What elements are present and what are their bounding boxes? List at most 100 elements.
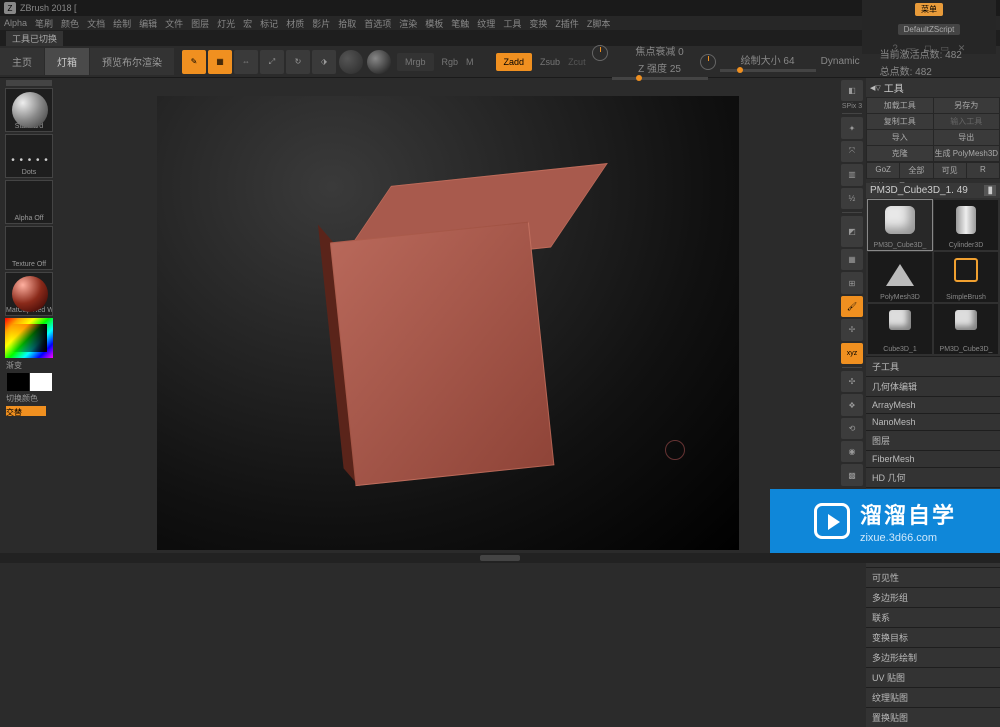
move-view-icon[interactable]: ✣ <box>841 371 863 392</box>
viewport[interactable] <box>157 96 739 550</box>
goz-visible-button[interactable]: 可见 <box>934 163 966 178</box>
texture-selector[interactable]: Texture Off <box>5 226 53 270</box>
thumb-simplebrush[interactable]: SimpleBrush <box>934 252 998 302</box>
dial-icon[interactable] <box>592 45 608 61</box>
alpha-selector[interactable]: Alpha Off <box>5 180 53 224</box>
menu-zplugin[interactable]: Z插件 <box>555 17 579 30</box>
menu-file[interactable]: 文件 <box>165 17 183 30</box>
section-dispmap[interactable]: 置换贴图 <box>866 707 1000 727</box>
save-as-button[interactable]: 另存为 <box>934 98 1000 113</box>
zsub-button[interactable]: Zsub <box>540 57 560 67</box>
m-button[interactable]: M <box>466 57 474 67</box>
focal-shift-slider[interactable]: 焦点衰减 0 Z 强度 25 <box>612 43 708 80</box>
menu-color[interactable]: 颜色 <box>61 17 79 30</box>
section-geometry[interactable]: 几何体编辑 <box>866 376 1000 396</box>
color-swatches[interactable] <box>2 373 56 391</box>
bpr-icon[interactable]: ◧ <box>841 80 863 101</box>
scale-button[interactable]: ⤢ <box>260 50 284 74</box>
menu-tool[interactable]: 工具 <box>503 17 521 30</box>
expand-icon[interactable]: ◀▽ <box>870 84 881 92</box>
menu-material[interactable]: 材质 <box>286 17 304 30</box>
thumb-pm3d-cube[interactable]: PM3D_Cube3D_ <box>934 304 998 354</box>
clone-button[interactable]: 克隆 <box>867 146 933 161</box>
menu-picker[interactable]: 拾取 <box>338 17 356 30</box>
tool-panel-header[interactable]: ◀▽ 工具 <box>866 78 1000 97</box>
gizmo-button[interactable]: ⬗ <box>312 50 336 74</box>
section-nanomesh[interactable]: NanoMesh <box>866 413 1000 430</box>
export-button[interactable]: 导出 <box>934 130 1000 145</box>
snapshot-icon[interactable]: ◉ <box>841 441 863 462</box>
thumb-cube[interactable]: PM3D_Cube3D_ <box>868 200 932 250</box>
dial-icon[interactable] <box>700 54 716 70</box>
persp-icon[interactable]: ◩ <box>841 216 863 247</box>
move-button[interactable]: ⇔ <box>234 50 258 74</box>
menu-prefs[interactable]: 首选项 <box>364 17 391 30</box>
paste-tool-button[interactable]: 输入工具 <box>934 114 1000 129</box>
menu-texture[interactable]: 纹理 <box>477 17 495 30</box>
section-polypaint[interactable]: 多边形绘制 <box>866 647 1000 667</box>
thumb-cube3d[interactable]: Cube3D_1 <box>868 304 932 354</box>
secondary-color[interactable] <box>7 373 29 391</box>
zoom-icon[interactable]: ⤧ <box>841 141 863 162</box>
section-fibermesh[interactable]: FiberMesh <box>866 450 1000 467</box>
goz-r-button[interactable]: R <box>967 163 999 178</box>
menu-movie[interactable]: 影片 <box>312 17 330 30</box>
draw-size-slider[interactable]: 绘制大小 64 Dynamic <box>720 52 816 72</box>
rgb-button[interactable]: Rgb <box>442 57 459 67</box>
section-arraymesh[interactable]: ArrayMesh <box>866 396 1000 413</box>
zadd-button[interactable]: Zadd <box>496 53 533 71</box>
menu-document[interactable]: 文档 <box>87 17 105 30</box>
aahalf-icon[interactable]: ½ <box>841 188 863 209</box>
menu-alpha[interactable]: Alpha <box>4 18 27 28</box>
menu-edit[interactable]: 编辑 <box>139 17 157 30</box>
menu-brush[interactable]: 笔刷 <box>35 17 53 30</box>
frame-icon[interactable]: 🖌 <box>841 296 863 317</box>
floor-icon[interactable]: ▦ <box>841 249 863 270</box>
thumb-polymesh[interactable]: PolyMesh3D <box>868 252 932 302</box>
swap-color-label[interactable]: 切换颜色 <box>2 393 56 404</box>
bottom-tray[interactable] <box>0 553 1000 563</box>
menu-stencil[interactable]: 模板 <box>425 17 443 30</box>
sculptris-icon[interactable] <box>339 50 363 74</box>
section-morph[interactable]: 变换目标 <box>866 627 1000 647</box>
load-tool-button[interactable]: 加载工具 <box>867 98 933 113</box>
active-tool-strip[interactable]: PM3D_Cube3D_1. 49 ▮ <box>866 183 1000 198</box>
section-subtool[interactable]: 子工具 <box>866 356 1000 376</box>
thumb-cylinder[interactable]: Cylinder3D <box>934 200 998 250</box>
rotate-view-icon[interactable]: ⟲ <box>841 418 863 439</box>
tab-lightbox[interactable]: 灯箱 <box>45 48 89 75</box>
menu-zscript[interactable]: Z脚本 <box>587 17 611 30</box>
scale-view-icon[interactable]: ❖ <box>841 394 863 415</box>
default-script[interactable]: DefaultZScript <box>898 24 961 35</box>
section-uvmap[interactable]: UV 贴图 <box>866 667 1000 687</box>
tray-handle[interactable] <box>6 80 52 86</box>
stroke-selector[interactable]: Dots <box>5 134 53 178</box>
menu-transform[interactable]: 变换 <box>529 17 547 30</box>
goz-button[interactable]: GoZ <box>867 163 899 178</box>
brush-selector[interactable]: Standard <box>5 88 53 132</box>
xyz-icon[interactable]: xyz <box>841 343 863 364</box>
menu-render[interactable]: 渲染 <box>399 17 417 30</box>
primary-color[interactable] <box>30 373 52 391</box>
copy-tool-button[interactable]: 复制工具 <box>867 114 933 129</box>
section-visibility[interactable]: 可见性 <box>866 567 1000 587</box>
dynamic-label[interactable]: Dynamic <box>821 56 860 67</box>
actual-icon[interactable]: ▥ <box>841 164 863 185</box>
scroll-icon[interactable]: ✦ <box>841 117 863 138</box>
menu-layer[interactable]: 图层 <box>191 17 209 30</box>
section-layers[interactable]: 图层 <box>866 430 1000 450</box>
goz-all-button[interactable]: 全部 <box>900 163 932 178</box>
import-button[interactable]: 导入 <box>867 130 933 145</box>
gradient-label[interactable]: 渐变 <box>2 360 56 371</box>
section-polygroups[interactable]: 多边形组 <box>866 587 1000 607</box>
color-picker[interactable] <box>5 318 53 358</box>
xpose-icon[interactable]: ✢ <box>841 319 863 340</box>
model-cube[interactable] <box>362 165 621 477</box>
mode-ball-icon[interactable] <box>367 50 391 74</box>
zcut-button[interactable]: Zcut <box>568 57 586 67</box>
draw-mode-button[interactable]: ▦ <box>208 50 232 74</box>
menu-draw[interactable]: 绘制 <box>113 17 131 30</box>
menu-button[interactable]: 菜单 <box>915 3 943 16</box>
section-contact[interactable]: 联系 <box>866 607 1000 627</box>
rotate-button[interactable]: ↻ <box>286 50 310 74</box>
